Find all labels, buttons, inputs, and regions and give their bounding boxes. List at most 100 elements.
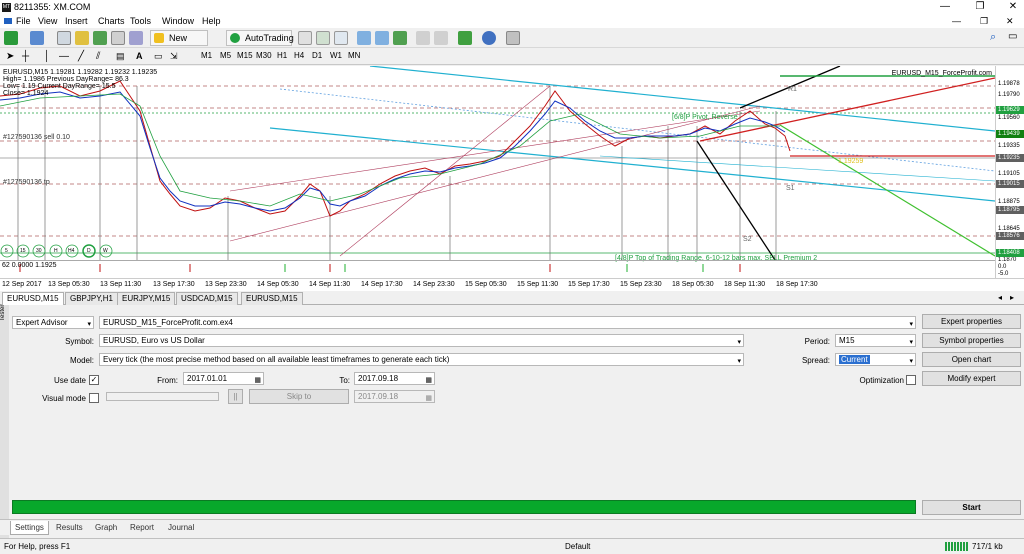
tester-icon[interactable] <box>129 31 143 45</box>
label-tool-icon[interactable]: ▭ <box>154 51 163 62</box>
price-chart[interactable]: EURUSD,M15 1.19281 1.19282 1.19232 1.192… <box>0 66 1024 278</box>
market-watch-icon[interactable] <box>57 31 71 45</box>
tf-circle-d[interactable]: D <box>87 248 91 254</box>
new-chart-icon[interactable] <box>4 31 18 45</box>
tile-windows-icon[interactable] <box>393 31 407 45</box>
data-window-icon[interactable] <box>75 31 89 45</box>
skip-to-date-field[interactable]: 2017.09.18 ▦ <box>354 390 435 403</box>
terminal-icon[interactable] <box>111 31 125 45</box>
tab-results[interactable]: Results <box>52 521 87 535</box>
tab-eurusd-m15[interactable]: EURUSD,M15 <box>2 292 64 305</box>
channel-icon[interactable]: ⫽ <box>96 51 100 62</box>
menu-insert[interactable]: Insert <box>65 16 88 26</box>
autoscroll-icon[interactable] <box>416 31 430 45</box>
tf-mn[interactable]: MN <box>348 51 360 60</box>
menu-bar: File View Insert Charts Tools Window Hel… <box>0 15 1024 28</box>
tf-m5[interactable]: M5 <box>220 51 231 60</box>
tf-d1[interactable]: D1 <box>312 51 322 60</box>
symbol-properties-button[interactable]: Symbol properties <box>922 333 1021 348</box>
periods-icon[interactable] <box>482 31 496 45</box>
zoom-in-icon[interactable] <box>357 31 371 45</box>
menu-file[interactable]: File <box>16 16 31 26</box>
restore-child-icon[interactable]: ❐ <box>980 16 988 27</box>
tab-scroll-left-icon[interactable]: ◂ <box>998 293 1002 302</box>
model-select[interactable]: Every tick (the most precise method base… <box>99 353 744 366</box>
use-date-checkbox[interactable]: ✓ <box>89 375 99 385</box>
new-order-button[interactable]: New Order <box>150 30 208 57</box>
line-chart-icon[interactable] <box>334 31 348 45</box>
tf-w1[interactable]: W1 <box>330 51 342 60</box>
text-tool-icon[interactable]: A <box>136 51 143 61</box>
to-date-field[interactable]: 2017.09.18 ▦ <box>354 372 435 385</box>
tab-eurusd-m15-2[interactable]: EURUSD,M15 <box>241 292 303 305</box>
crosshair-icon[interactable]: ┼ <box>22 51 29 62</box>
candlesticks-icon[interactable] <box>316 31 330 45</box>
tab-usdcad-m15[interactable]: USDCAD,M15 <box>176 292 238 305</box>
menu-view[interactable]: View <box>38 16 57 26</box>
tf-m1[interactable]: M1 <box>201 51 212 60</box>
tab-report[interactable]: Report <box>126 521 158 535</box>
visual-mode-checkbox[interactable] <box>89 393 99 403</box>
tf-circle-w[interactable]: W <box>103 248 108 254</box>
autotrading-button[interactable]: AutoTrading <box>226 30 294 46</box>
tab-scroll-right-icon[interactable]: ▸ <box>1010 293 1014 302</box>
calendar-icon[interactable]: ▦ <box>254 375 261 386</box>
zoom-out-icon[interactable] <box>375 31 389 45</box>
cursor-icon[interactable]: ➤ <box>6 51 14 62</box>
close-icon[interactable]: ✕ <box>1003 1 1023 12</box>
calendar-icon[interactable]: ▦ <box>425 375 432 386</box>
optimization-label: Optimization <box>859 376 904 385</box>
tf-h1[interactable]: H1 <box>277 51 287 60</box>
search-icon[interactable]: ⌕ <box>990 31 1004 45</box>
tf-circle-h4[interactable]: H4 <box>68 248 74 254</box>
tab-journal[interactable]: Journal <box>164 521 198 535</box>
tab-settings[interactable]: Settings <box>10 521 49 535</box>
chart-menu-icon[interactable] <box>3 16 13 26</box>
tf-circle-30[interactable]: 30 <box>36 248 42 254</box>
symbol-select[interactable]: EURUSD, Euro vs US Dollar ▾ <box>99 334 744 347</box>
navigator-icon[interactable] <box>93 31 107 45</box>
menu-help[interactable]: Help <box>202 16 221 26</box>
tf-m30[interactable]: M30 <box>256 51 272 60</box>
tf-m15[interactable]: M15 <box>237 51 253 60</box>
menu-tools[interactable]: Tools <box>130 16 151 26</box>
tf-circle-h[interactable]: H <box>54 248 58 254</box>
tab-eurjpy-m15[interactable]: EURJPY,M15 <box>117 292 176 305</box>
price-label: 1.18875 <box>998 199 1020 205</box>
tf-h4[interactable]: H4 <box>294 51 304 60</box>
chart-shift-icon[interactable] <box>434 31 448 45</box>
arrow-tool-icon[interactable]: ⇲ <box>170 51 178 62</box>
pause-button[interactable]: || <box>228 389 243 404</box>
vertical-line-icon[interactable]: │ <box>44 51 50 62</box>
fibonacci-icon[interactable]: ▤ <box>116 51 125 62</box>
period-select[interactable]: M15 ▾ <box>835 334 916 347</box>
templates-icon[interactable] <box>506 31 520 45</box>
minimize-child-icon[interactable]: — <box>952 16 961 26</box>
expert-properties-button[interactable]: Expert properties <box>922 314 1021 329</box>
chat-icon[interactable]: ▭ <box>1008 31 1022 45</box>
from-date-field[interactable]: 2017.01.01 ▦ <box>183 372 264 385</box>
expert-select[interactable]: EURUSD_M15_ForceProfit.com.ex4 ▾ <box>99 316 916 329</box>
trendline-icon[interactable]: ╱ <box>78 51 84 62</box>
tab-graph[interactable]: Graph <box>91 521 121 535</box>
menu-window[interactable]: Window <box>162 16 194 26</box>
close-child-icon[interactable]: ✕ <box>1006 16 1014 27</box>
indicators-icon[interactable] <box>458 31 472 45</box>
visual-speed-slider[interactable] <box>106 392 219 401</box>
profiles-icon[interactable] <box>30 31 44 45</box>
menu-charts[interactable]: Charts <box>98 16 125 26</box>
start-button[interactable]: Start <box>922 500 1021 515</box>
restore-icon[interactable]: ❐ <box>970 1 990 12</box>
horizontal-line-icon[interactable]: — <box>59 51 69 62</box>
tester-type-select[interactable]: Expert Advisor ▾ <box>12 316 94 329</box>
bar-chart-icon[interactable] <box>298 31 312 45</box>
optimization-checkbox[interactable] <box>906 375 916 385</box>
open-chart-button[interactable]: Open chart <box>922 352 1021 367</box>
minimize-icon[interactable]: — <box>935 1 955 12</box>
tab-gbpjpy-h1[interactable]: GBPJPY,H1 <box>65 292 118 305</box>
tf-circle-15[interactable]: 15 <box>20 248 26 254</box>
skip-to-button[interactable]: Skip to <box>249 389 349 404</box>
modify-expert-button[interactable]: Modify expert <box>922 371 1021 386</box>
spread-select[interactable]: Current ▾ <box>835 353 916 366</box>
tf-circle-5[interactable]: 5 <box>5 248 8 254</box>
